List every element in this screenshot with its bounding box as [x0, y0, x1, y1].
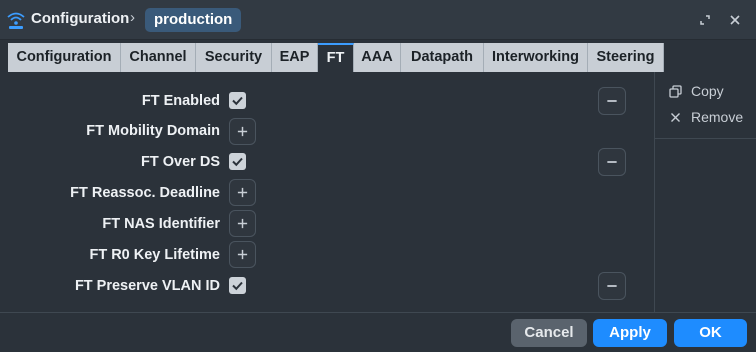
ft-enabled-checkbox[interactable]: [229, 92, 246, 109]
breadcrumb-separator: ›: [130, 9, 135, 26]
row-label-ft-preserve-vlan-id: FT Preserve VLAN ID: [74, 278, 220, 294]
apply-button[interactable]: Apply: [593, 319, 667, 347]
row-label-ft-over-ds: FT Over DS: [141, 154, 220, 170]
tab-channel[interactable]: Channel: [121, 43, 196, 72]
restore-window-icon[interactable]: [697, 12, 713, 28]
side-divider: [655, 138, 756, 139]
row-label-ft-enabled: FT Enabled: [141, 93, 220, 109]
copy-label: Copy: [691, 83, 724, 99]
add-ft-mobility-domain-button[interactable]: [229, 118, 256, 145]
tab-aaa[interactable]: AAA: [354, 43, 401, 72]
tab-datapath[interactable]: Datapath: [401, 43, 484, 72]
cancel-button[interactable]: Cancel: [511, 319, 587, 347]
tab-bar: Configuration Channel Security EAP FT AA…: [0, 40, 756, 72]
remove-ft-over-ds-button[interactable]: [598, 148, 626, 176]
title-bar: Configuration › production: [0, 0, 756, 40]
tab-security[interactable]: Security: [196, 43, 272, 72]
tab-ft[interactable]: FT: [318, 43, 354, 72]
row-label-ft-nas-identifier: FT NAS Identifier: [102, 216, 220, 232]
copy-action[interactable]: Copy: [669, 82, 749, 102]
tab-interworking[interactable]: Interworking: [484, 43, 588, 72]
copy-icon: [669, 85, 682, 98]
remove-ft-preserve-vlan-id-button[interactable]: [598, 272, 626, 300]
config-name-badge: production: [145, 8, 242, 32]
window-title: Configuration: [31, 10, 130, 27]
close-window-icon[interactable]: [727, 12, 743, 28]
remove-x-icon: [671, 113, 680, 122]
row-label-ft-reassoc-deadline: FT Reassoc. Deadline: [70, 185, 220, 201]
remove-label: Remove: [691, 109, 744, 125]
ft-settings-form: FT Enabled FT Mobility Domain FT Over DS…: [0, 72, 654, 312]
ft-preserve-vlan-id-checkbox[interactable]: [229, 277, 246, 294]
remove-ft-enabled-button[interactable]: [598, 87, 626, 115]
dialog-footer: Cancel Apply OK: [0, 312, 756, 352]
add-ft-nas-identifier-button[interactable]: [229, 210, 256, 237]
remove-action[interactable]: Remove: [669, 108, 755, 128]
side-actions-panel: Copy Remove: [654, 72, 756, 312]
add-ft-reassoc-deadline-button[interactable]: [229, 179, 256, 206]
ok-button[interactable]: OK: [674, 319, 747, 347]
row-label-ft-r0-key-lifetime: FT R0 Key Lifetime: [89, 247, 220, 263]
tab-configuration[interactable]: Configuration: [8, 43, 121, 72]
tab-eap[interactable]: EAP: [272, 43, 318, 72]
row-label-ft-mobility-domain: FT Mobility Domain: [86, 123, 220, 139]
tab-steering[interactable]: Steering: [588, 43, 664, 72]
wifi-access-point-icon: [7, 12, 25, 29]
ft-over-ds-checkbox[interactable]: [229, 153, 246, 170]
add-ft-r0-key-lifetime-button[interactable]: [229, 241, 256, 268]
